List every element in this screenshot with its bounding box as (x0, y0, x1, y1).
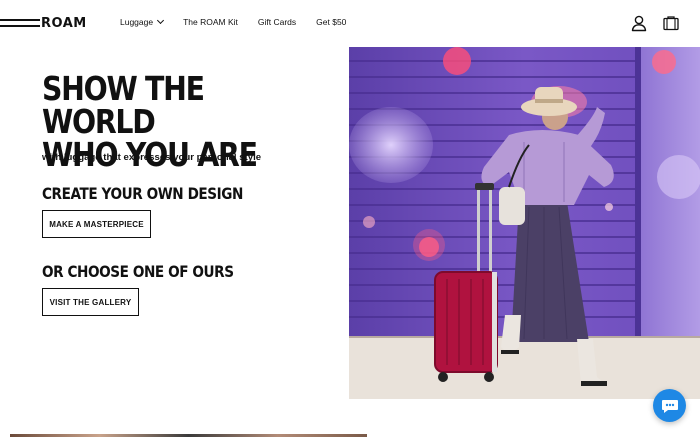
nav-item-label: Get $50 (316, 17, 347, 27)
hero-image (349, 47, 700, 399)
nav-item-roam-kit[interactable]: The ROAM Kit (183, 17, 238, 27)
nav-item-gift-cards[interactable]: Gift Cards (258, 17, 296, 27)
nav-item-label: Gift Cards (257, 17, 297, 27)
logo-text: ROAM (41, 15, 87, 31)
nav-item-referral[interactable]: Get $50 (316, 17, 346, 27)
chevron-down-icon (157, 16, 165, 25)
roam-logo[interactable]: ROAM (0, 15, 96, 31)
user-icon[interactable] (630, 14, 648, 32)
logo-lines-icon (0, 17, 40, 29)
create-heading: CREATE YOUR OWN DESIGN (42, 184, 243, 203)
bag-icon[interactable] (662, 14, 680, 32)
visit-gallery-button[interactable]: VISIT THE GALLERY (42, 288, 139, 316)
hero-subtitle: with luggage that expresses your persona… (42, 152, 262, 163)
make-masterpiece-button[interactable]: MAKE A MASTERPIECE (42, 210, 151, 238)
chat-bubble-icon[interactable] (653, 389, 686, 422)
choose-heading: OR CHOOSE ONE OF OURS (42, 262, 234, 281)
site-header: ROAM Luggage The ROAM Kit Gift Cards Get… (0, 0, 700, 47)
nav-item-luggage[interactable]: Luggage (120, 16, 165, 27)
main-nav: Luggage The ROAM Kit Gift Cards Get $50 (120, 16, 366, 27)
nav-item-label: Luggage (120, 17, 154, 27)
hero-title-line: SHOW THE WORLD (42, 69, 205, 141)
nav-item-label: The ROAM Kit (183, 17, 238, 27)
